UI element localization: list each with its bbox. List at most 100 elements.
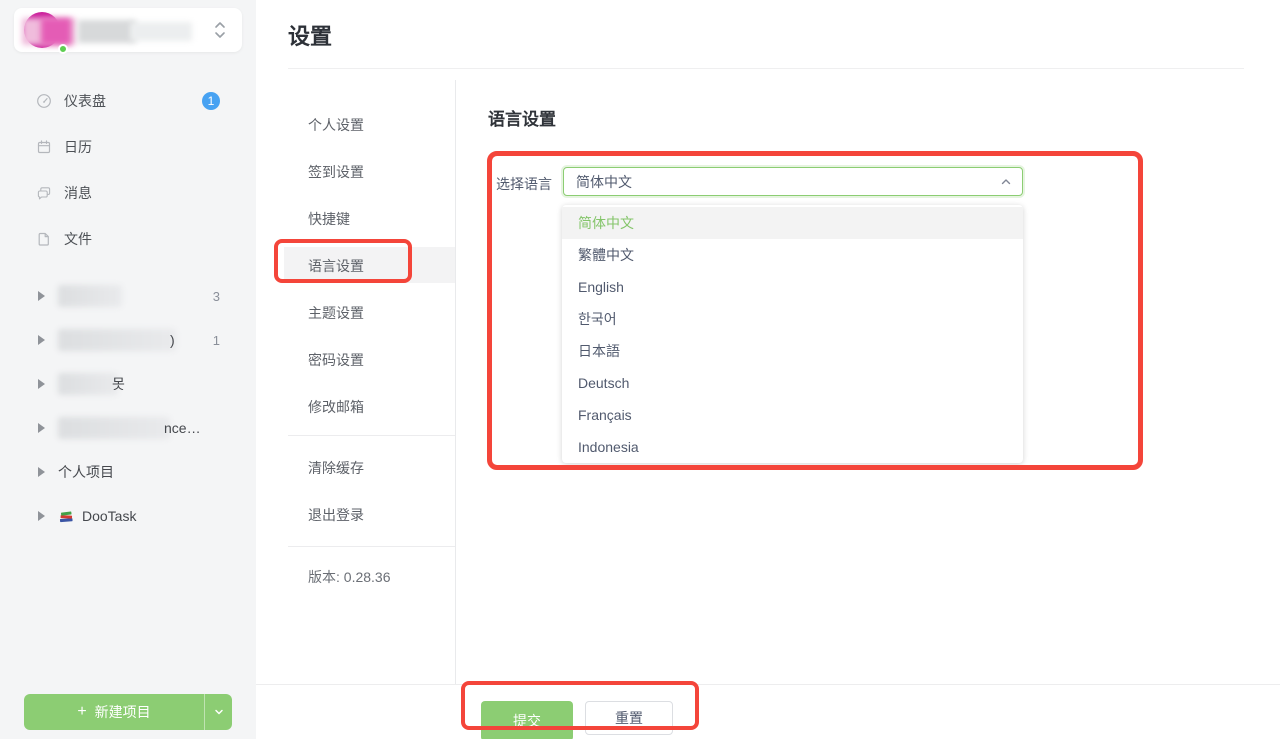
dropdown-option-zh-cn[interactable]: 简体中文 bbox=[562, 207, 1023, 239]
settings-menu-item-email[interactable]: 修改邮箱 bbox=[288, 383, 455, 430]
menu-item-label: 个人设置 bbox=[308, 115, 364, 135]
submit-button[interactable]: 提交 bbox=[481, 701, 573, 739]
sidebar-item-dashboard[interactable]: 仪表盘 1 bbox=[0, 78, 256, 124]
chevron-up-icon bbox=[999, 175, 1013, 189]
project-name: DooTask bbox=[82, 508, 136, 524]
redacted-username-blur bbox=[130, 22, 192, 41]
language-select[interactable]: 简体中文 bbox=[563, 167, 1023, 196]
settings-menu-item-theme[interactable]: 主题设置 bbox=[288, 289, 455, 336]
settings-menu-item-language[interactable]: 语言设置 bbox=[288, 242, 455, 289]
menu-item-label: 语言设置 bbox=[308, 256, 364, 276]
header-divider bbox=[288, 68, 1244, 69]
dropdown-option-english[interactable]: English bbox=[562, 271, 1023, 303]
dropdown-option-japanese[interactable]: 日本語 bbox=[562, 335, 1023, 367]
menu-item-label: 主题设置 bbox=[308, 303, 364, 323]
settings-menu-item-clear-cache[interactable]: 清除缓存 bbox=[288, 444, 455, 491]
menu-item-label: 退出登录 bbox=[308, 505, 364, 525]
project-row-personal[interactable]: 个人项目 bbox=[0, 450, 256, 494]
sidebar-item-label: 文件 bbox=[64, 229, 92, 249]
footer-divider bbox=[256, 684, 1280, 685]
redacted-username-blur bbox=[78, 20, 136, 43]
language-dropdown: 简体中文 繁體中文 English 한국어 日本語 Deutsch França… bbox=[562, 205, 1023, 463]
settings-menu-item-password[interactable]: 密码设置 bbox=[288, 336, 455, 383]
project-name-suffix: ) bbox=[170, 332, 175, 348]
collapse-arrow-icon[interactable] bbox=[38, 467, 45, 477]
new-project-dropdown-button[interactable] bbox=[204, 694, 232, 730]
menu-item-label: 签到设置 bbox=[308, 162, 364, 182]
dashboard-icon bbox=[36, 93, 52, 109]
menu-section-divider bbox=[288, 435, 455, 436]
menu-item-label: 快捷键 bbox=[308, 209, 350, 229]
version-label: 版本: 0.28.36 bbox=[288, 553, 455, 600]
dropdown-option-korean[interactable]: 한국어 bbox=[562, 303, 1023, 335]
settings-menu-item-hotkeys[interactable]: 快捷键 bbox=[288, 195, 455, 242]
redacted-avatar-blur bbox=[41, 18, 71, 45]
collapse-arrow-icon[interactable] bbox=[38, 511, 45, 521]
plus-icon: + bbox=[77, 703, 86, 721]
project-name-suffix: 못 bbox=[112, 374, 125, 394]
user-card[interactable] bbox=[14, 8, 242, 52]
project-row-redacted[interactable]: nce… bbox=[0, 406, 256, 450]
redacted-project-name bbox=[58, 417, 170, 439]
message-icon bbox=[36, 185, 52, 201]
sidebar-projects: 3 ) 1 못 nce… 个人项目 bbox=[0, 274, 256, 538]
menu-section-divider bbox=[288, 546, 455, 547]
new-project-button[interactable]: + 新建项目 bbox=[24, 694, 204, 730]
option-label: 简体中文 bbox=[578, 213, 634, 233]
redacted-project-name bbox=[58, 329, 176, 351]
sidebar: 仪表盘 1 日历 消息 文件 bbox=[0, 0, 256, 739]
settings-menu-item-logout[interactable]: 退出登录 bbox=[288, 491, 455, 538]
project-count: 1 bbox=[213, 333, 220, 348]
collapse-arrow-icon[interactable] bbox=[38, 379, 45, 389]
chevron-updown-icon[interactable] bbox=[212, 18, 228, 42]
option-label: Deutsch bbox=[578, 375, 629, 391]
project-row-redacted[interactable]: 못 bbox=[0, 362, 256, 406]
dropdown-option-french[interactable]: Français bbox=[562, 399, 1023, 431]
language-select-value: 简体中文 bbox=[576, 172, 632, 192]
settings-menu: 个人设置 签到设置 快捷键 语言设置 主题设置 密码设置 修改邮箱 清除缓存 退… bbox=[288, 101, 455, 600]
sidebar-item-label: 仪表盘 bbox=[64, 91, 106, 111]
sidebar-item-calendar[interactable]: 日历 bbox=[0, 124, 256, 170]
dropdown-option-german[interactable]: Deutsch bbox=[562, 367, 1023, 399]
project-row-redacted[interactable]: ) 1 bbox=[0, 318, 256, 362]
online-status-dot bbox=[58, 44, 68, 54]
option-label: 한국어 bbox=[578, 309, 617, 329]
settings-menu-item-personal[interactable]: 个人设置 bbox=[288, 101, 455, 148]
project-row-dootask[interactable]: DooTask bbox=[0, 494, 256, 538]
option-label: 日本語 bbox=[578, 341, 620, 361]
main-content: 设置 个人设置 签到设置 快捷键 语言设置 主题设置 密码设置 修改邮箱 清除缓… bbox=[256, 0, 1280, 739]
language-select-label: 选择语言 bbox=[496, 174, 552, 194]
project-row-redacted[interactable]: 3 bbox=[0, 274, 256, 318]
option-label: Français bbox=[578, 407, 632, 423]
sidebar-item-messages[interactable]: 消息 bbox=[0, 170, 256, 216]
dropdown-option-indonesian[interactable]: Indonesia bbox=[562, 431, 1023, 463]
collapse-arrow-icon[interactable] bbox=[38, 423, 45, 433]
settings-menu-item-checkin[interactable]: 签到设置 bbox=[288, 148, 455, 195]
reset-button[interactable]: 重置 bbox=[585, 701, 673, 735]
sidebar-item-files[interactable]: 文件 bbox=[0, 216, 256, 262]
unread-badge: 1 bbox=[202, 92, 220, 110]
new-project-button-group: + 新建项目 bbox=[24, 694, 232, 730]
collapse-arrow-icon[interactable] bbox=[38, 291, 45, 301]
calendar-icon bbox=[36, 139, 52, 155]
redacted-project-name bbox=[58, 285, 122, 307]
collapse-arrow-icon[interactable] bbox=[38, 335, 45, 345]
sidebar-item-label: 消息 bbox=[64, 183, 92, 203]
books-icon bbox=[58, 508, 75, 524]
dropdown-option-zh-tw[interactable]: 繁體中文 bbox=[562, 239, 1023, 271]
sidebar-nav: 仪表盘 1 日历 消息 文件 bbox=[0, 78, 256, 262]
file-icon bbox=[36, 231, 52, 247]
sidebar-item-label: 日历 bbox=[64, 137, 92, 157]
menu-item-label: 清除缓存 bbox=[308, 458, 364, 478]
app-window: 仪表盘 1 日历 消息 文件 bbox=[0, 0, 1280, 739]
redacted-project-name bbox=[58, 373, 118, 395]
page-title: 设置 bbox=[288, 19, 332, 51]
option-label: 繁體中文 bbox=[578, 245, 634, 265]
menu-item-label: 修改邮箱 bbox=[308, 397, 364, 417]
new-project-label: 新建项目 bbox=[95, 702, 151, 722]
menu-item-label: 密码设置 bbox=[308, 350, 364, 370]
project-count: 3 bbox=[213, 289, 220, 304]
settings-menu-divider bbox=[455, 80, 456, 684]
project-name-suffix: nce… bbox=[164, 420, 201, 436]
option-label: English bbox=[578, 279, 624, 295]
